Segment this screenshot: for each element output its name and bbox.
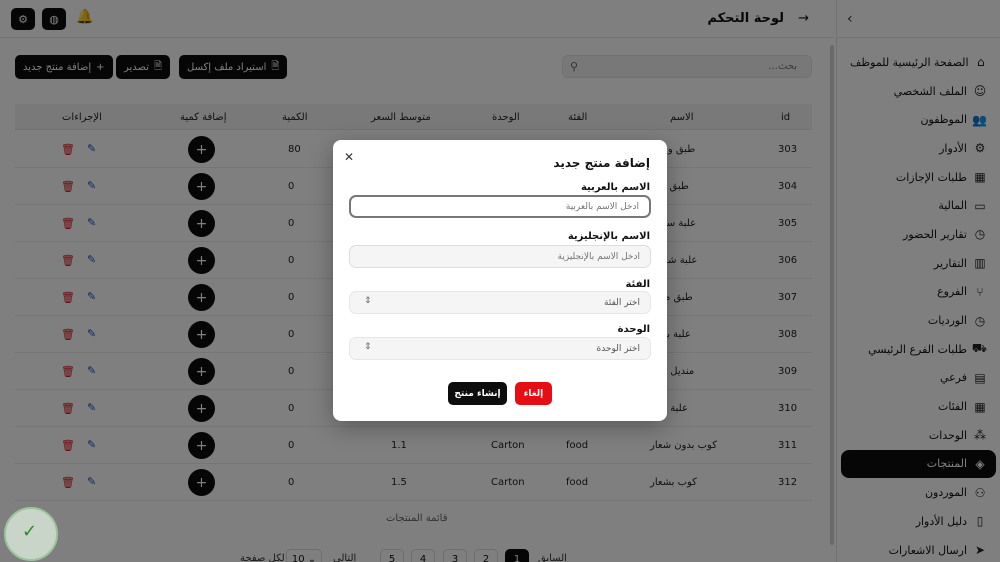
- unit-label: الوحدة: [617, 324, 650, 335]
- name-en-input[interactable]: [349, 245, 651, 268]
- cancel-button[interactable]: إلغاء: [515, 382, 552, 405]
- create-product-button[interactable]: إنشاء منتج: [448, 382, 507, 405]
- category-select[interactable]: اختر الفئة ⇕: [349, 291, 651, 314]
- close-icon[interactable]: ✕: [344, 150, 354, 164]
- name-en-label: الاسم بالإنجليزية: [567, 231, 650, 242]
- unit-value: اختر الوحدة: [596, 344, 640, 354]
- shield-icon: ✓: [22, 521, 38, 542]
- name-ar-label: الاسم بالعربية: [580, 182, 650, 193]
- unit-select[interactable]: اختر الوحدة ⇕: [349, 337, 651, 360]
- name-ar-input[interactable]: [349, 195, 651, 218]
- dialog-title: إضافة منتج جديد: [553, 156, 650, 170]
- chevron-up-down-icon: ⇕: [364, 342, 372, 352]
- category-value: اختر الفئة: [604, 298, 640, 308]
- add-product-dialog: ✕ إضافة منتج جديد الاسم بالعربية الاسم ب…: [333, 140, 667, 421]
- logo-watermark: ✓: [4, 507, 58, 561]
- category-label: الفئة: [625, 279, 650, 290]
- chevron-up-down-icon: ⇕: [364, 296, 372, 306]
